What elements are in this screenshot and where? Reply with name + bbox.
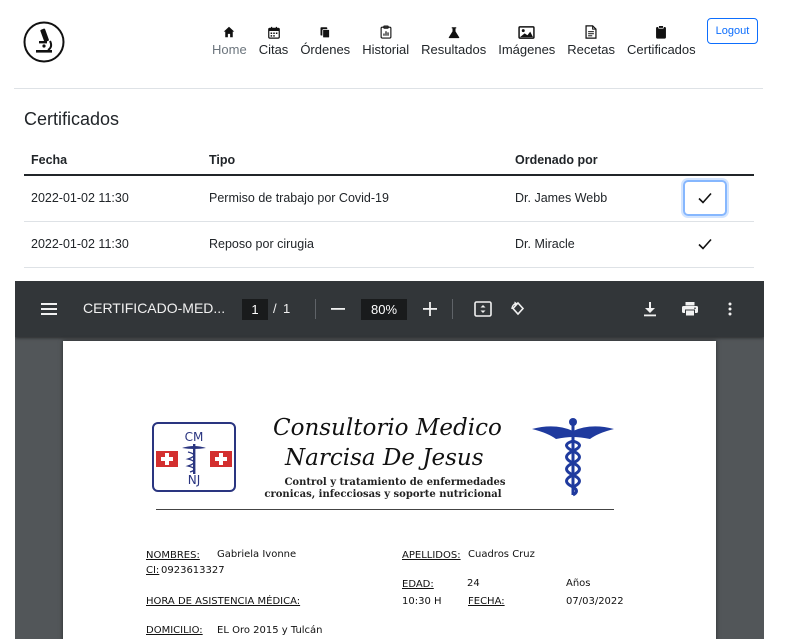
pdf-file-title: CERTIFICADO-MED... [83, 300, 226, 316]
print-icon [682, 302, 698, 317]
download-icon [644, 302, 656, 317]
zoom-input[interactable]: 80% [361, 299, 407, 320]
column-header-ordenado-por: Ordenado por [508, 146, 672, 176]
menu-icon[interactable] [39, 300, 59, 318]
rotate-button[interactable] [506, 297, 530, 321]
label-ci: CI: [146, 565, 160, 576]
value-apellidos: Cuadros Cruz [468, 549, 535, 560]
nav-item-label: Citas [258, 42, 289, 57]
view-certificate-button[interactable] [683, 180, 727, 217]
fit-to-page-button[interactable] [471, 297, 495, 321]
document-heading-line2: Narcisa De Jesus [285, 445, 484, 471]
cell-tipo: Reposo por cirugia [202, 221, 508, 268]
nav-item-label: Imágenes [498, 42, 556, 57]
zoom-out-button[interactable] [326, 297, 350, 321]
document-subheading-line2: cronicas, infecciosas y soporte nutricio… [264, 489, 502, 500]
nav-item-label: Home [212, 42, 247, 57]
cell-ordenado-por: Dr. James Webb [508, 175, 672, 222]
value-edad-unit: Años [566, 578, 591, 589]
total-pages: 1 [283, 301, 291, 316]
value-nombres: Gabriela Ivonne [217, 549, 297, 560]
fit-page-icon [474, 301, 492, 317]
column-header-tipo: Tipo [202, 146, 508, 176]
nav-item-label: Certificados [627, 42, 696, 57]
pdf-page: CM NJ Consultorio Medico Narcisa De Jesu… [63, 341, 716, 639]
minus-icon [331, 308, 345, 310]
main-nav: Home Citas Órdenes Historial Resultados [206, 24, 702, 58]
download-button[interactable] [638, 297, 662, 321]
toolbar-divider [315, 299, 316, 319]
nav-item-recetas[interactable]: Recetas [561, 24, 621, 58]
label-edad: EDAD: [402, 579, 434, 590]
plus-icon [423, 302, 437, 316]
value-ci: 0923613327 [161, 565, 225, 576]
page-title: Certificados [24, 109, 120, 129]
view-certificate-button[interactable] [683, 226, 727, 262]
more-actions-button[interactable] [718, 297, 742, 321]
page-number-input[interactable]: 1 [242, 299, 268, 320]
svg-text:CM: CM [185, 430, 204, 444]
value-fecha: 07/03/2022 [566, 596, 624, 607]
caduceus-icon [532, 418, 614, 497]
label-fecha: FECHA: [468, 596, 505, 607]
nav-item-imagenes[interactable]: Imágenes [492, 24, 561, 58]
document-heading-line1: Consultorio Medico [273, 415, 502, 441]
value-edad: 24 [467, 578, 480, 589]
rotate-icon [511, 301, 525, 316]
flask-icon [447, 24, 461, 40]
value-hora-asistencia: 10:30 H [402, 596, 442, 607]
nav-item-label: Recetas [567, 42, 615, 57]
nav-item-ordenes[interactable]: Órdenes [294, 24, 356, 58]
nav-item-citas[interactable]: Citas [253, 24, 295, 58]
document-subheading-line1: Control y tratamiento de enfermedades [284, 477, 506, 488]
pdf-viewer: CERTIFICADO-MED... 1 / 1 80% CM NJ Consu… [15, 281, 764, 639]
table-header-row: Fecha Tipo Ordenado por [24, 146, 754, 176]
check-icon [698, 238, 712, 250]
more-vert-icon [728, 302, 732, 316]
print-button[interactable] [678, 297, 702, 321]
svg-text:NJ: NJ [188, 473, 201, 487]
label-nombres: NOMBRES: [146, 550, 200, 561]
files-icon [318, 24, 332, 40]
house-icon [222, 24, 236, 40]
nav-item-label: Resultados [421, 42, 487, 57]
column-header-fecha: Fecha [24, 146, 202, 176]
nav-item-resultados[interactable]: Resultados [415, 24, 492, 58]
navbar: Home Citas Órdenes Historial Resultados [0, 0, 798, 88]
nav-item-home[interactable]: Home [206, 24, 253, 58]
label-apellidos: APELLIDOS: [402, 550, 461, 561]
nav-item-certificados[interactable]: Certificados [621, 24, 702, 58]
cell-tipo: Permiso de trabajo por Covid-19 [202, 175, 508, 222]
cell-fecha: 2022-01-02 11:30 [24, 221, 202, 268]
nav-item-label: Historial [362, 42, 410, 57]
table-row: 2022-01-02 11:30 Reposo por cirugia Dr. … [24, 221, 754, 268]
toolbar-divider [452, 299, 453, 319]
nav-item-historial[interactable]: Historial [356, 24, 415, 58]
cmnj-logo: CM NJ [152, 422, 236, 492]
value-domicilio: EL Oro 2015 y Tulcán [217, 625, 323, 636]
cmnj-emblem-icon: CM NJ [156, 430, 232, 487]
table-row: 2022-01-02 11:30 Permiso de trabajo por … [24, 175, 754, 222]
column-header-action [672, 146, 754, 176]
page-separator: / [273, 301, 277, 316]
clipboard-icon [654, 24, 668, 40]
cell-ordenado-por: Dr. Miracle [508, 221, 672, 268]
microscope-logo-icon[interactable] [23, 21, 65, 63]
pdf-toolbar: CERTIFICADO-MED... 1 / 1 80% [15, 281, 764, 337]
label-hora-asistencia: HORA DE ASISTENCIA MÉDICA: [146, 596, 301, 607]
header-divider [14, 88, 763, 89]
calendar-icon [267, 24, 281, 40]
nav-item-label: Órdenes [300, 42, 351, 57]
cell-fecha: 2022-01-02 11:30 [24, 175, 202, 222]
file-text-icon [584, 24, 598, 40]
logout-button[interactable]: Logout [707, 18, 758, 44]
label-domicilio: DOMICILIO: [146, 625, 203, 636]
document-divider [156, 509, 614, 510]
image-icon [518, 24, 536, 40]
certificates-table: Fecha Tipo Ordenado por 2022-01-02 11:30… [24, 146, 754, 268]
zoom-in-button[interactable] [418, 297, 442, 321]
check-icon [698, 193, 712, 204]
clipboard-data-icon [379, 24, 393, 40]
